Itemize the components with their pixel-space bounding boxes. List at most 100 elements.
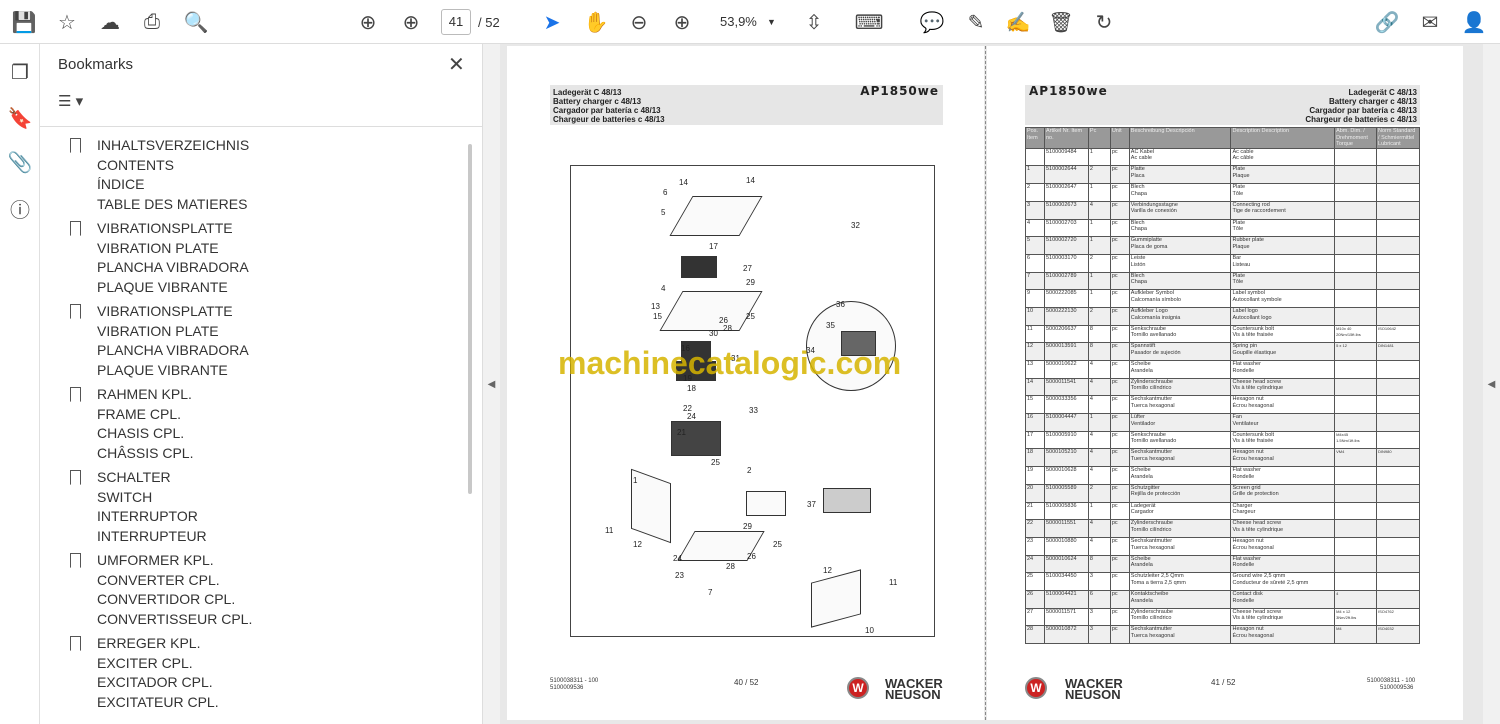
bookmark-options-button[interactable]: ☰ ▾ [58, 92, 83, 110]
table-cell: 1 [1087, 289, 1111, 308]
bookmark-label: TABLE DES MATIERES [97, 195, 248, 212]
table-row: 19 5000010628 4 pc Scheibe Arandela Flat wash… [1025, 466, 1420, 485]
column-header: Pc [1087, 127, 1111, 149]
cloud-upload-icon[interactable]: ☁ [96, 8, 124, 36]
model-name: AP1850we [1029, 84, 1108, 98]
table-cell: 10 [1025, 306, 1045, 326]
bookmark-label: SCHALTER [97, 469, 171, 485]
table-cell: pc [1109, 589, 1130, 609]
close-icon[interactable]: ✕ [448, 52, 465, 77]
bookmark-item[interactable]: ERREGER KPL. EXCITER CPL. EXCITADOR CPL. EX… [70, 634, 219, 712]
table-cell: 13 [1025, 360, 1045, 379]
page-divider [985, 46, 986, 720]
table-cell: 5100002789 [1043, 271, 1089, 291]
next-page-icon[interactable]: ⊕ [397, 8, 425, 36]
table-cell: 3 [1087, 625, 1111, 645]
table-cell: pc [1109, 200, 1130, 220]
collapse-panel-button[interactable]: ◀ [483, 44, 500, 724]
delete-icon[interactable]: 🗑 [1047, 8, 1075, 36]
table-cell: pc [1109, 271, 1130, 291]
table-cell: pc [1109, 483, 1130, 503]
table-cell [1376, 147, 1420, 167]
document-info-icon[interactable]: ⓘ [6, 194, 34, 222]
sign-icon[interactable]: ✍ [1004, 8, 1032, 36]
pages-icon[interactable]: ❐ [6, 58, 34, 86]
table-cell: 1 [1087, 183, 1111, 202]
diagram-plate [659, 291, 763, 331]
bookmark-item[interactable]: INHALTSVERZEICHNIS CONTENTS ÍNDICE TABLE DE… [70, 136, 249, 214]
table-cell: Scheibe Arandela [1128, 466, 1232, 485]
zoom-select[interactable]: 53,9% ▼ [712, 9, 780, 35]
wacker-logo-icon: W [847, 677, 869, 699]
diagram-fan [681, 256, 717, 278]
table-cell: 5 [1025, 236, 1045, 255]
account-icon[interactable]: 👤 [1460, 8, 1488, 36]
scrollbar[interactable]: ◀ [1483, 44, 1500, 724]
callout-number: 36 [836, 300, 845, 309]
table-cell [1334, 165, 1378, 185]
table-cell [1334, 377, 1378, 397]
table-cell: 1 [1087, 236, 1111, 255]
fit-page-icon[interactable]: ⇳ [800, 8, 828, 36]
callout-number: 24 [673, 554, 682, 563]
table-cell: 5100002720 [1043, 236, 1089, 255]
zoom-out-icon[interactable]: ⊖ [625, 8, 653, 36]
table-cell: Charger Chargeur [1230, 501, 1336, 521]
page-41: AP1850we Ladegerät C 48/13 Battery charg… [987, 46, 1463, 720]
table-cell: Countersunk bolt Vis à tête fraisée [1230, 324, 1336, 344]
bookmark-label: VIBRATIONSPLATTE [97, 220, 233, 236]
attachment-icon[interactable]: 📎 [6, 148, 34, 176]
mail-icon[interactable]: ✉ [1416, 8, 1444, 36]
table-row: 21 5100005836 1 pc Ladegerät Cargador Charger… [1025, 501, 1420, 521]
scroll-mode-icon[interactable]: ⌨ [855, 8, 884, 36]
diagram-bracket [746, 491, 786, 516]
table-cell [1376, 430, 1420, 450]
panel-scrollbar[interactable] [468, 144, 472, 494]
bookmark-label: CONVERTISSEUR CPL. [97, 610, 253, 627]
table-cell: pc [1109, 183, 1130, 202]
highlight-icon[interactable]: ✎ [962, 8, 990, 36]
rotate-icon[interactable]: ↻ [1090, 8, 1118, 36]
link-lock-icon[interactable]: 🔗 [1373, 8, 1401, 36]
table-cell: 1 [1087, 413, 1111, 432]
select-cursor-icon[interactable]: ➤ [538, 8, 566, 36]
table-cell: 4 [1087, 395, 1111, 415]
callout-number: 30 [709, 329, 718, 338]
table-cell: 17 [1025, 430, 1045, 450]
table-cell: pc [1109, 501, 1130, 521]
hand-tool-icon[interactable]: ✋ [582, 8, 610, 36]
bookmark-item[interactable]: UMFORMER KPL. CONVERTER CPL. CONVERTIDOR C… [70, 551, 252, 629]
table-cell [1334, 536, 1378, 556]
zoom-in-icon[interactable]: ⊕ [668, 8, 696, 36]
bookmark-icon[interactable]: 🔖 [6, 104, 34, 132]
bookmark-item[interactable]: VIBRATIONSPLATTE VIBRATION PLATE PLANCHA V… [70, 219, 249, 297]
table-cell: M4x45 1.5Nm/1ft.lbs [1334, 430, 1378, 450]
prev-page-icon[interactable]: ⊕ [354, 8, 382, 36]
table-cell: 5100002647 [1043, 183, 1089, 202]
star-icon[interactable]: ☆ [53, 8, 81, 36]
table-cell: 2 [1087, 165, 1111, 185]
table-cell: 3 [1025, 200, 1045, 220]
bookmark-item[interactable]: SCHALTER SWITCH INTERRUPTOR INTERRUPTEUR [70, 468, 207, 546]
bookmark-item[interactable]: VIBRATIONSPLATTE VIBRATION PLATE PLANCHA V… [70, 302, 249, 380]
save-icon[interactable]: 💾 [10, 8, 38, 36]
table-cell: 5100002644 [1043, 165, 1089, 185]
page-number-input[interactable]: 41 [441, 9, 471, 35]
bookmark-item[interactable]: RAHMEN KPL. FRAME CPL. CHASIS CPL. CHÂSSIS … [70, 385, 193, 463]
table-cell: 5100005589 [1043, 483, 1089, 503]
panel-title: Bookmarks [58, 56, 134, 73]
table-cell: M10x 40 20Nm/15ft.lbs [1334, 324, 1378, 344]
table-cell: Cheese head screw Vis à tête cylindrique [1230, 377, 1336, 397]
table-cell: 4 [1087, 360, 1111, 379]
zoom-search-icon[interactable]: 🔍 [182, 8, 210, 36]
wacker-logo-icon: W [1025, 677, 1047, 699]
comment-icon[interactable]: 💬 [918, 8, 946, 36]
table-cell [1334, 413, 1378, 432]
table-cell: 8 [1087, 554, 1111, 574]
print-icon[interactable]: ⎙ [138, 8, 166, 36]
bookmark-label: RAHMEN KPL. [97, 386, 192, 402]
callout-number: 25 [746, 312, 755, 321]
table-cell: 5000011541 [1043, 377, 1089, 397]
callout-number: 33 [749, 406, 758, 415]
callout-number: 37 [807, 500, 816, 509]
